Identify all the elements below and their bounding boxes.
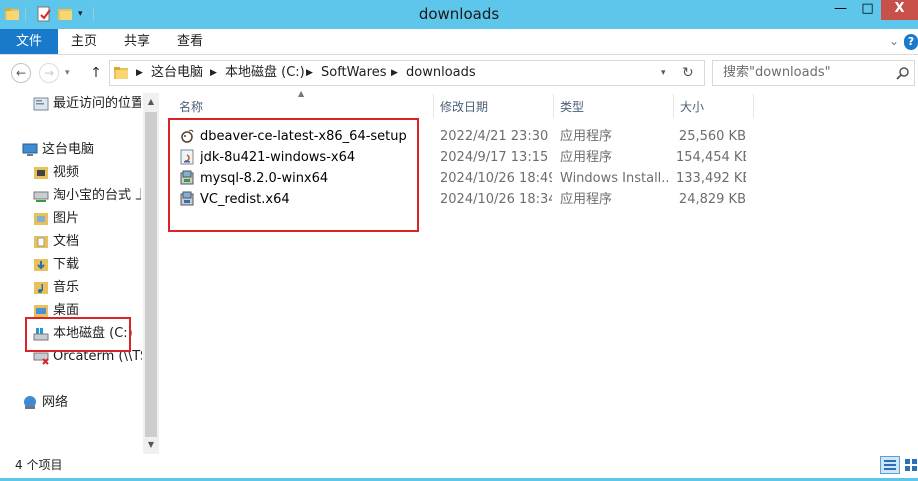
column-header-size[interactable]: 大小 (680, 96, 750, 118)
scroll-thumb[interactable] (145, 112, 157, 437)
column-divider[interactable] (753, 94, 754, 118)
details-view-icon (884, 460, 896, 470)
nav-documents[interactable]: 文档 (53, 232, 141, 252)
tab-view[interactable]: 查看 (168, 29, 212, 54)
maximize-button[interactable]: □ (854, 0, 881, 20)
file-date: 2024/9/17 13:15 (440, 150, 549, 165)
nav-pictures[interactable]: 图片 (53, 209, 141, 229)
tab-home[interactable]: 主页 (62, 29, 106, 54)
folder-icon (5, 8, 19, 20)
nav-videos[interactable]: 视频 (53, 163, 141, 183)
recent-places-icon (33, 97, 49, 111)
forward-button[interactable]: → (39, 63, 59, 83)
videos-folder-icon (34, 167, 48, 179)
scroll-up-arrow-icon[interactable]: ▲ (144, 94, 158, 110)
file-date: 2024/10/26 18:49 (440, 171, 552, 186)
file-date: 2024/10/26 18:34 (440, 192, 552, 207)
large-icons-view-button[interactable] (903, 456, 918, 474)
breadcrumb-separator[interactable]: ▶ (306, 61, 313, 85)
highlight-box (25, 317, 131, 352)
qa-divider (25, 7, 26, 21)
network-icon (24, 396, 36, 409)
pictures-folder-icon (34, 213, 48, 225)
search-input[interactable]: 搜索"downloads" (712, 60, 915, 86)
breadcrumb-separator[interactable]: ▶ (391, 61, 398, 85)
new-folder-icon[interactable] (57, 6, 73, 22)
close-button[interactable]: X (881, 0, 918, 20)
address-dropdown-icon[interactable]: ▾ (661, 61, 675, 85)
ribbon-expand-icon[interactable]: ⌄ (887, 34, 901, 50)
file-type: Windows Install... (560, 171, 668, 186)
highlight-box (168, 118, 419, 232)
file-type: 应用程序 (560, 150, 613, 165)
nav-network[interactable]: 网络 (42, 393, 142, 413)
file-size: 25,560 KB (678, 129, 746, 144)
folder-icon (114, 67, 128, 79)
large-icons-view-icon (905, 459, 917, 471)
nav-this-pc[interactable]: 这台电脑 (42, 140, 142, 160)
refresh-icon[interactable]: ↻ (682, 61, 698, 85)
music-folder-icon (34, 282, 48, 294)
nav-network-share[interactable]: 淘小宝的台式 上 (53, 186, 141, 206)
nav-music[interactable]: 音乐 (53, 278, 141, 298)
status-bar (0, 454, 918, 481)
file-size: 133,492 KB (676, 171, 746, 186)
column-header-name[interactable]: 名称 (179, 96, 429, 118)
search-icon[interactable] (896, 66, 910, 80)
downloads-folder-icon (34, 259, 48, 271)
documents-folder-icon (34, 236, 48, 248)
minimize-button[interactable]: — (827, 0, 854, 20)
qa-customize-icon[interactable]: ▾ (78, 7, 88, 21)
recent-locations-dropdown[interactable]: ▾ (65, 64, 77, 82)
qa-divider-2 (93, 7, 94, 21)
nav-downloads[interactable]: 下载 (53, 255, 141, 275)
this-pc-icon (22, 143, 38, 156)
column-header-type[interactable]: 类型 (560, 96, 670, 118)
breadcrumb-separator[interactable]: ▶ (210, 61, 217, 85)
nav-recent-places[interactable]: 最近访问的位置 (53, 94, 141, 114)
file-size: 24,829 KB (678, 192, 746, 207)
breadcrumb-this-pc[interactable]: 这台电脑 (151, 61, 203, 85)
column-divider[interactable] (553, 94, 554, 118)
column-header-date[interactable]: 修改日期 (440, 96, 550, 118)
up-button[interactable]: ↑ (88, 62, 104, 84)
properties-icon[interactable] (36, 6, 52, 22)
details-view-button[interactable] (880, 456, 900, 474)
item-count: 4 个项目 (15, 458, 63, 472)
breadcrumb-separator[interactable]: ▶ (136, 61, 143, 85)
tab-file[interactable]: 文件 (0, 29, 58, 54)
help-icon[interactable]: ? (904, 34, 918, 50)
breadcrumb-local-disk[interactable]: 本地磁盘 (C:) (225, 61, 305, 85)
file-type: 应用程序 (560, 129, 613, 144)
column-divider[interactable] (673, 94, 674, 118)
file-size: 154,454 KB (676, 150, 746, 165)
breadcrumb-downloads[interactable]: downloads (406, 61, 476, 85)
file-type: 应用程序 (560, 192, 613, 207)
file-date: 2022/4/21 23:30 (440, 129, 549, 144)
breadcrumb-softwares[interactable]: SoftWares (321, 61, 386, 85)
window-title: downloads (418, 5, 500, 23)
network-drive-icon (33, 191, 49, 202)
tab-share[interactable]: 共享 (115, 29, 159, 54)
back-button[interactable]: ← (11, 63, 31, 83)
scroll-down-arrow-icon[interactable]: ▼ (144, 437, 158, 453)
column-divider[interactable] (433, 94, 434, 118)
